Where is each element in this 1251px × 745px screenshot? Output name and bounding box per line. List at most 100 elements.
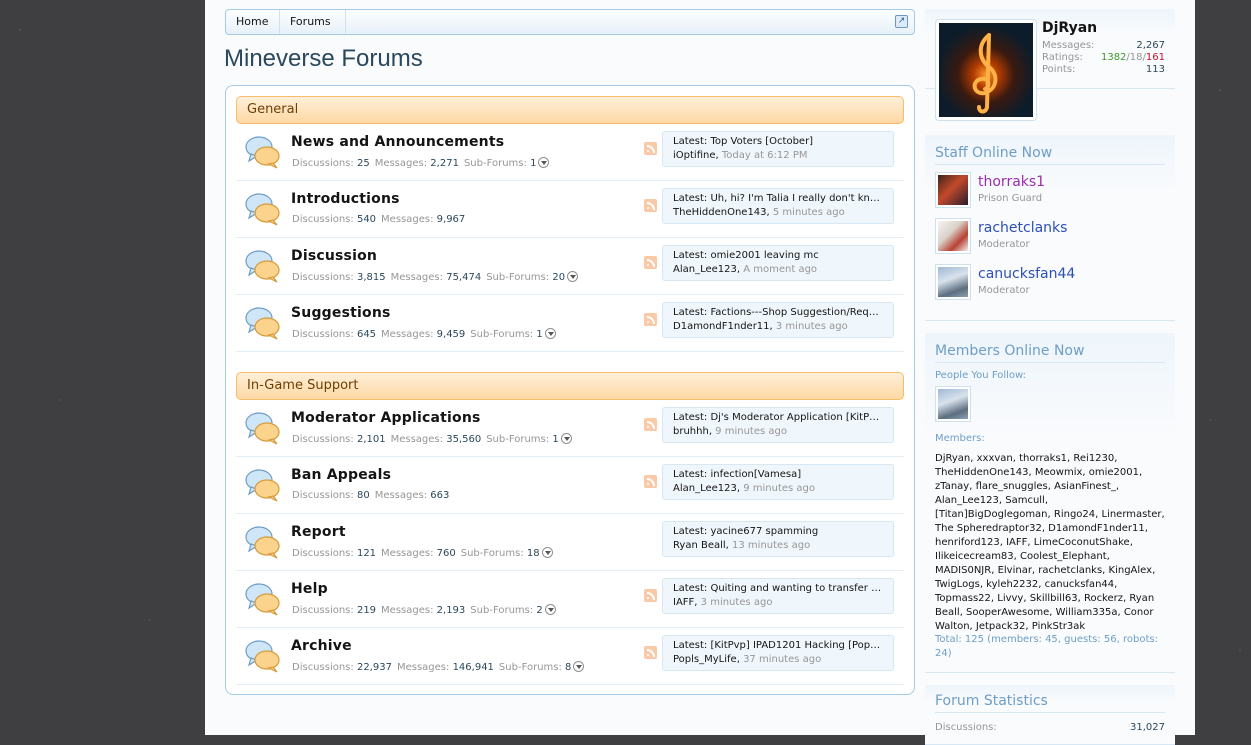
forum-title[interactable]: Ban Appeals xyxy=(291,467,391,483)
last-post-title[interactable]: Latest: Top Voters [October] xyxy=(673,135,883,149)
last-post-time[interactable]: 37 minutes ago xyxy=(743,654,821,665)
last-post-time[interactable]: A moment ago xyxy=(743,264,817,275)
forum-node[interactable]: News and Announcements Discussions: 25 Mes… xyxy=(236,124,904,181)
staff-member[interactable]: rachetclanks Moderator xyxy=(935,218,1165,258)
category-header-in-game-support[interactable]: In-Game Support xyxy=(236,372,904,400)
last-post-box: Latest: Top Voters [October] iOptifine, T… xyxy=(662,131,894,167)
forum-title[interactable]: Moderator Applications xyxy=(291,410,481,426)
last-post-user[interactable]: iOptifine xyxy=(673,150,716,161)
forum-bubble-icon xyxy=(245,134,281,170)
avatar[interactable] xyxy=(935,218,971,254)
breadcrumb-forums[interactable]: Forums xyxy=(280,10,346,34)
rss-icon[interactable] xyxy=(644,199,657,212)
last-post-box: Latest: [KitPvp] IPAD1201 Hacking [Pops]… xyxy=(662,635,894,671)
forum-bubble-icon xyxy=(245,410,281,446)
last-post-title[interactable]: Latest: yacine677 spamming xyxy=(673,525,883,539)
avatar[interactable] xyxy=(935,264,971,300)
forum-bubble-icon xyxy=(245,248,281,284)
forum-node[interactable]: Report Discussions: 121 Messages: 760 Sub-F… xyxy=(236,514,904,571)
last-post-user[interactable]: Alan_Lee123 xyxy=(673,483,737,494)
last-post-user[interactable]: Popls_MyLife xyxy=(673,654,737,665)
forum-title[interactable]: Help xyxy=(291,581,328,597)
forum-title[interactable]: Suggestions xyxy=(291,305,391,321)
forum-bubble-icon xyxy=(245,638,281,674)
breadcrumb: Home Forums ↗ xyxy=(225,9,915,35)
avatar[interactable] xyxy=(935,172,971,208)
members-list[interactable]: DjRyan, xxxvan, thorraks1, Rei1230, TheH… xyxy=(935,452,1165,634)
avatar[interactable] xyxy=(935,386,971,422)
breadcrumb-home[interactable]: Home xyxy=(226,10,280,34)
last-post-box: Latest: Uh, hi? I'm Talia I really don't… xyxy=(662,188,894,224)
forum-title[interactable]: Discussion xyxy=(291,248,377,264)
last-post-time[interactable]: 9 minutes ago xyxy=(743,483,815,494)
last-post-title[interactable]: Latest: Quiting and wanting to transfer … xyxy=(673,582,883,596)
last-post-box: Latest: yacine677 spamming Ryan Beall, 13… xyxy=(662,521,894,557)
subforums-dropdown-icon[interactable] xyxy=(544,604,556,615)
forum-node[interactable]: Introductions Discussions: 540 Messages: 9… xyxy=(236,181,904,238)
forum-bubble-icon xyxy=(245,191,281,227)
avatar[interactable] xyxy=(935,19,1037,121)
last-post-time[interactable]: 3 minutes ago xyxy=(776,321,848,332)
last-post-time[interactable]: Today at 6:12 PM xyxy=(722,150,808,161)
rss-icon[interactable] xyxy=(644,418,657,431)
forum-title[interactable]: Introductions xyxy=(291,191,400,207)
staff-member[interactable]: canucksfan44 Moderator xyxy=(935,264,1165,304)
last-post-box: Latest: infection[Vamesa] Alan_Lee123, 9 … xyxy=(662,464,894,500)
rss-icon[interactable] xyxy=(644,475,657,488)
forum-stats: Discussions: 80 Messages: 663 xyxy=(292,490,450,501)
forum-stats: Discussions: 645 Messages: 9,459 Sub-Forum… xyxy=(292,328,556,340)
last-post-box: Latest: Factions---Shop Suggestion/Requ.… xyxy=(662,302,894,338)
last-post-user[interactable]: Alan_Lee123 xyxy=(673,264,737,275)
subforums-dropdown-icon[interactable] xyxy=(541,547,553,558)
rss-icon[interactable] xyxy=(644,256,657,269)
jump-to-icon[interactable]: ↗ xyxy=(895,15,908,28)
last-post-user[interactable]: D1amondF1nder11 xyxy=(673,321,770,332)
forum-stats: Discussions: 121 Messages: 760 Sub-Forums:… xyxy=(292,547,553,559)
last-post-title[interactable]: Latest: [KitPvp] IPAD1201 Hacking [Pops]… xyxy=(673,639,883,653)
last-post-time[interactable]: 13 minutes ago xyxy=(732,540,810,551)
treble-clef-fire-image xyxy=(939,23,1033,117)
last-post-user[interactable]: IAFF xyxy=(673,597,694,608)
last-post-user[interactable]: TheHiddenOne143 xyxy=(673,207,767,218)
subforums-dropdown-icon[interactable] xyxy=(567,271,579,282)
staff-member[interactable]: thorraks1 Prison Guard xyxy=(935,172,1165,212)
last-post-title[interactable]: Latest: Factions---Shop Suggestion/Requ.… xyxy=(673,306,883,320)
last-post-user[interactable]: bruhhh xyxy=(673,426,709,437)
followed-member[interactable] xyxy=(935,386,975,426)
last-post-user[interactable]: Ryan Beall xyxy=(673,540,726,551)
subforums-dropdown-icon[interactable] xyxy=(538,157,550,168)
last-post-time[interactable]: 5 minutes ago xyxy=(773,207,845,218)
last-post-title[interactable]: Latest: Dj's Moderator Application [KitP… xyxy=(673,411,883,425)
forum-node[interactable]: Archive Discussions: 22,937 Messages: 146,… xyxy=(236,628,904,685)
subforums-dropdown-icon[interactable] xyxy=(560,433,572,444)
page-content: Home Forums ↗ Mineverse Forums General N… xyxy=(205,0,1195,745)
forum-stats: Discussions: 25 Messages: 2,271 Sub-Forums… xyxy=(292,157,550,169)
forum-title[interactable]: News and Announcements xyxy=(291,134,504,150)
rss-icon[interactable] xyxy=(644,646,657,659)
rss-icon[interactable] xyxy=(644,589,657,602)
forum-stats: Discussions: 219 Messages: 2,193 Sub-Forum… xyxy=(292,604,556,616)
last-post-title[interactable]: Latest: infection[Vamesa] xyxy=(673,468,883,482)
forum-node[interactable]: Moderator Applications Discussions: 2,101… xyxy=(236,400,904,457)
last-post-box: Latest: Dj's Moderator Application [KitP… xyxy=(662,407,894,443)
staff-online-title: Staff Online Now xyxy=(935,145,1165,165)
rss-icon[interactable] xyxy=(644,142,657,155)
forum-node[interactable]: Suggestions Discussions: 645 Messages: 9,4… xyxy=(236,295,904,352)
people-you-follow-label: People You Follow: xyxy=(935,370,1027,381)
last-post-title[interactable]: Latest: Uh, hi? I'm Talia I really don't… xyxy=(673,192,883,206)
rss-icon[interactable] xyxy=(644,313,657,326)
forum-title[interactable]: Archive xyxy=(291,638,352,654)
subforums-dropdown-icon[interactable] xyxy=(573,661,585,672)
forum-node[interactable]: Discussion Discussions: 3,815 Messages: 75… xyxy=(236,238,904,295)
user-ratings: Ratings: 1382/18/161 xyxy=(1042,52,1165,63)
subforums-dropdown-icon[interactable] xyxy=(544,328,556,339)
forum-node[interactable]: Help Discussions: 219 Messages: 2,193 Sub-F… xyxy=(236,571,904,628)
forum-title[interactable]: Report xyxy=(291,524,346,540)
last-post-time[interactable]: 9 minutes ago xyxy=(715,426,787,437)
last-post-time[interactable]: 3 minutes ago xyxy=(701,597,773,608)
user-name[interactable]: DjRyan xyxy=(1042,20,1097,36)
forum-stats: Discussions: 22,937 Messages: 146,941 Sub-… xyxy=(292,661,585,673)
forum-node[interactable]: Ban Appeals Discussions: 80 Messages: 663 L… xyxy=(236,457,904,514)
category-header-general[interactable]: General xyxy=(236,96,904,124)
last-post-title[interactable]: Latest: omie2001 leaving mc xyxy=(673,249,883,263)
